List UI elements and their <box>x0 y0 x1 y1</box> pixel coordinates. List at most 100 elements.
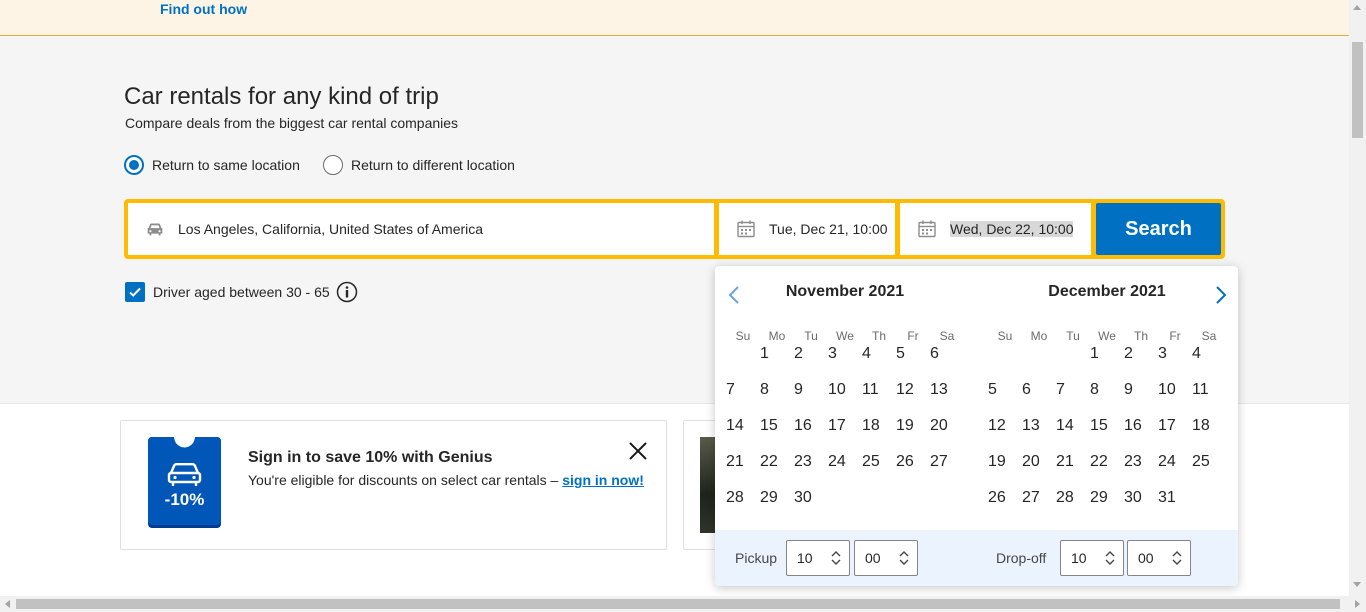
date-picker: November 2021 December 2021 Su Mo Tu We Th Fr… <box>715 266 1238 586</box>
calendar-day: 5 <box>896 345 905 362</box>
return-same-location-radio[interactable]: Return to same location <box>124 155 300 175</box>
calendar-day[interactable]: 2 <box>1124 345 1158 381</box>
weekday-label: Th <box>1133 329 1148 343</box>
calendar-day[interactable]: 31 <box>1158 489 1192 525</box>
calendar-day[interactable]: 4 <box>1192 345 1226 381</box>
dropoff-minute-value: 00 <box>1138 550 1154 566</box>
calendar-day[interactable]: 23 <box>794 453 828 489</box>
empty-cell <box>726 345 760 381</box>
weekday-label: Sa <box>939 329 955 343</box>
calendar-day: 2 <box>794 345 803 362</box>
calendar-day[interactable]: 23 <box>1124 453 1158 489</box>
calendar-day[interactable]: 30 <box>794 489 828 525</box>
pickup-hour-value: 10 <box>797 550 813 566</box>
calendar-day[interactable]: 27 <box>930 453 964 489</box>
genius-card: -10% Sign in to save 10% with Genius You… <box>120 420 667 550</box>
calendar-day[interactable]: 1 <box>1090 345 1124 381</box>
genius-title: Sign in to save 10% with Genius <box>248 449 493 466</box>
horizontal-scrollbar[interactable] <box>0 596 1366 612</box>
scrollbar-thumb[interactable] <box>16 599 1340 609</box>
return-different-location-radio[interactable]: Return to different location <box>323 155 515 175</box>
scroll-up-icon[interactable] <box>1353 5 1361 10</box>
close-icon[interactable] <box>627 440 649 462</box>
checkbox-checked-indicator <box>125 282 145 302</box>
calendar-day[interactable]: 21 <box>1056 453 1090 489</box>
calendar-day[interactable]: 18 <box>1192 417 1226 453</box>
calendar-day[interactable]: 9 <box>1124 381 1158 417</box>
calendar-day[interactable]: 16 <box>1124 417 1158 453</box>
calendar-day[interactable]: 30 <box>1124 489 1158 525</box>
calendar-day[interactable]: 19 <box>988 453 1022 489</box>
stepper-icon <box>1172 551 1182 565</box>
calendar-day[interactable]: 3 <box>1158 345 1192 381</box>
calendar-day[interactable]: 24 <box>828 453 862 489</box>
calendar-day[interactable]: 29 <box>760 489 794 525</box>
dropoff-date-field[interactable]: Wed, Dec 22, 10:00 <box>900 203 1091 255</box>
calendar-day: 13 <box>930 381 948 398</box>
calendar-day[interactable]: 26 <box>988 489 1022 525</box>
calendar-day[interactable]: 13 <box>1022 417 1056 453</box>
calendar-day[interactable]: 22 <box>1090 453 1124 489</box>
calendar-day[interactable]: 15 <box>1090 417 1124 453</box>
calendar-day[interactable]: 26 <box>896 453 930 489</box>
weekday-label: Sa <box>1201 329 1217 343</box>
scroll-left-icon[interactable] <box>5 600 10 608</box>
pickup-minute-select[interactable]: 00 <box>854 540 918 576</box>
calendar-day[interactable]: 11 <box>1192 381 1226 417</box>
search-button[interactable]: Search <box>1096 203 1221 255</box>
weekday-label: Tu <box>1066 329 1080 343</box>
pickup-date-value: Tue, Dec 21, 10:00 <box>769 221 888 237</box>
month-title-december: December 2021 <box>1048 283 1166 300</box>
stepper-icon <box>899 551 909 565</box>
calendar-day[interactable]: 14 <box>1056 417 1090 453</box>
calendar-day[interactable]: 24 <box>1158 453 1192 489</box>
find-out-how-link[interactable]: Find out how <box>160 1 247 17</box>
weekday-label: Mo <box>1030 329 1048 343</box>
pickup-location-field[interactable]: Los Angeles, California, United States o… <box>128 203 714 255</box>
calendar-day[interactable]: 28 <box>1056 489 1090 525</box>
calendar-day[interactable]: 22 <box>760 453 794 489</box>
calendar-day[interactable]: 28 <box>726 489 760 525</box>
weekday-label: Th <box>871 329 886 343</box>
calendar-day[interactable]: 6 <box>1022 381 1056 417</box>
dropoff-minute-select[interactable]: 00 <box>1127 540 1191 576</box>
calendar-day[interactable]: 25 <box>862 453 896 489</box>
weekday-header: Su Mo Tu We Th Fr Sa <box>726 328 964 344</box>
dropoff-hour-select[interactable]: 10 <box>1060 540 1124 576</box>
pickup-date-field[interactable]: Tue, Dec 21, 10:00 <box>719 203 895 255</box>
calendar-day[interactable]: 20 <box>930 417 964 453</box>
calendar-day[interactable]: 20 <box>1022 453 1056 489</box>
calendar-day[interactable]: 5 <box>988 381 1022 417</box>
genius-ticket-icon: -10% <box>148 437 221 528</box>
calendar-day: 11 <box>862 381 879 398</box>
calendar-day[interactable]: 17 <box>1158 417 1192 453</box>
calendar-day[interactable]: 29 <box>1090 489 1124 525</box>
page-subtitle: Compare deals from the biggest car renta… <box>125 115 459 131</box>
radio-unchecked-indicator <box>323 155 343 175</box>
car-icon <box>144 218 166 240</box>
info-icon[interactable] <box>336 281 358 303</box>
calendar-day[interactable]: 7 <box>1056 381 1090 417</box>
calendar-day[interactable]: 12 <box>988 417 1022 453</box>
calendar-day: 10 <box>828 381 846 398</box>
weekday-label: Fr <box>907 329 919 343</box>
calendar-day[interactable]: 25 <box>1192 453 1226 489</box>
pickup-hour-select[interactable]: 10 <box>786 540 850 576</box>
scrollbar-thumb[interactable] <box>1352 42 1363 138</box>
empty-cell <box>1022 345 1056 381</box>
driver-age-checkbox[interactable]: Driver aged between 30 - 65 <box>125 281 358 303</box>
scroll-right-icon[interactable] <box>1355 600 1360 608</box>
weekday-label: Tu <box>804 329 818 343</box>
calendar-day[interactable]: 27 <box>1022 489 1056 525</box>
month-title-november: November 2021 <box>785 283 905 300</box>
calendar-day[interactable]: 8 <box>1090 381 1124 417</box>
calendar-day[interactable]: 19 <box>896 417 930 453</box>
calendar-day: 3 <box>828 345 837 362</box>
page-title: Car rentals for any kind of trip <box>124 83 439 110</box>
vertical-scrollbar[interactable] <box>1349 0 1366 596</box>
scroll-down-icon[interactable] <box>1353 582 1361 587</box>
calendar-day[interactable]: 10 <box>1158 381 1192 417</box>
sign-in-link[interactable]: sign in now! <box>562 472 644 488</box>
calendar-day[interactable]: 21 <box>726 453 760 489</box>
dropoff-date-value: Wed, Dec 22, 10:00 <box>950 221 1074 237</box>
